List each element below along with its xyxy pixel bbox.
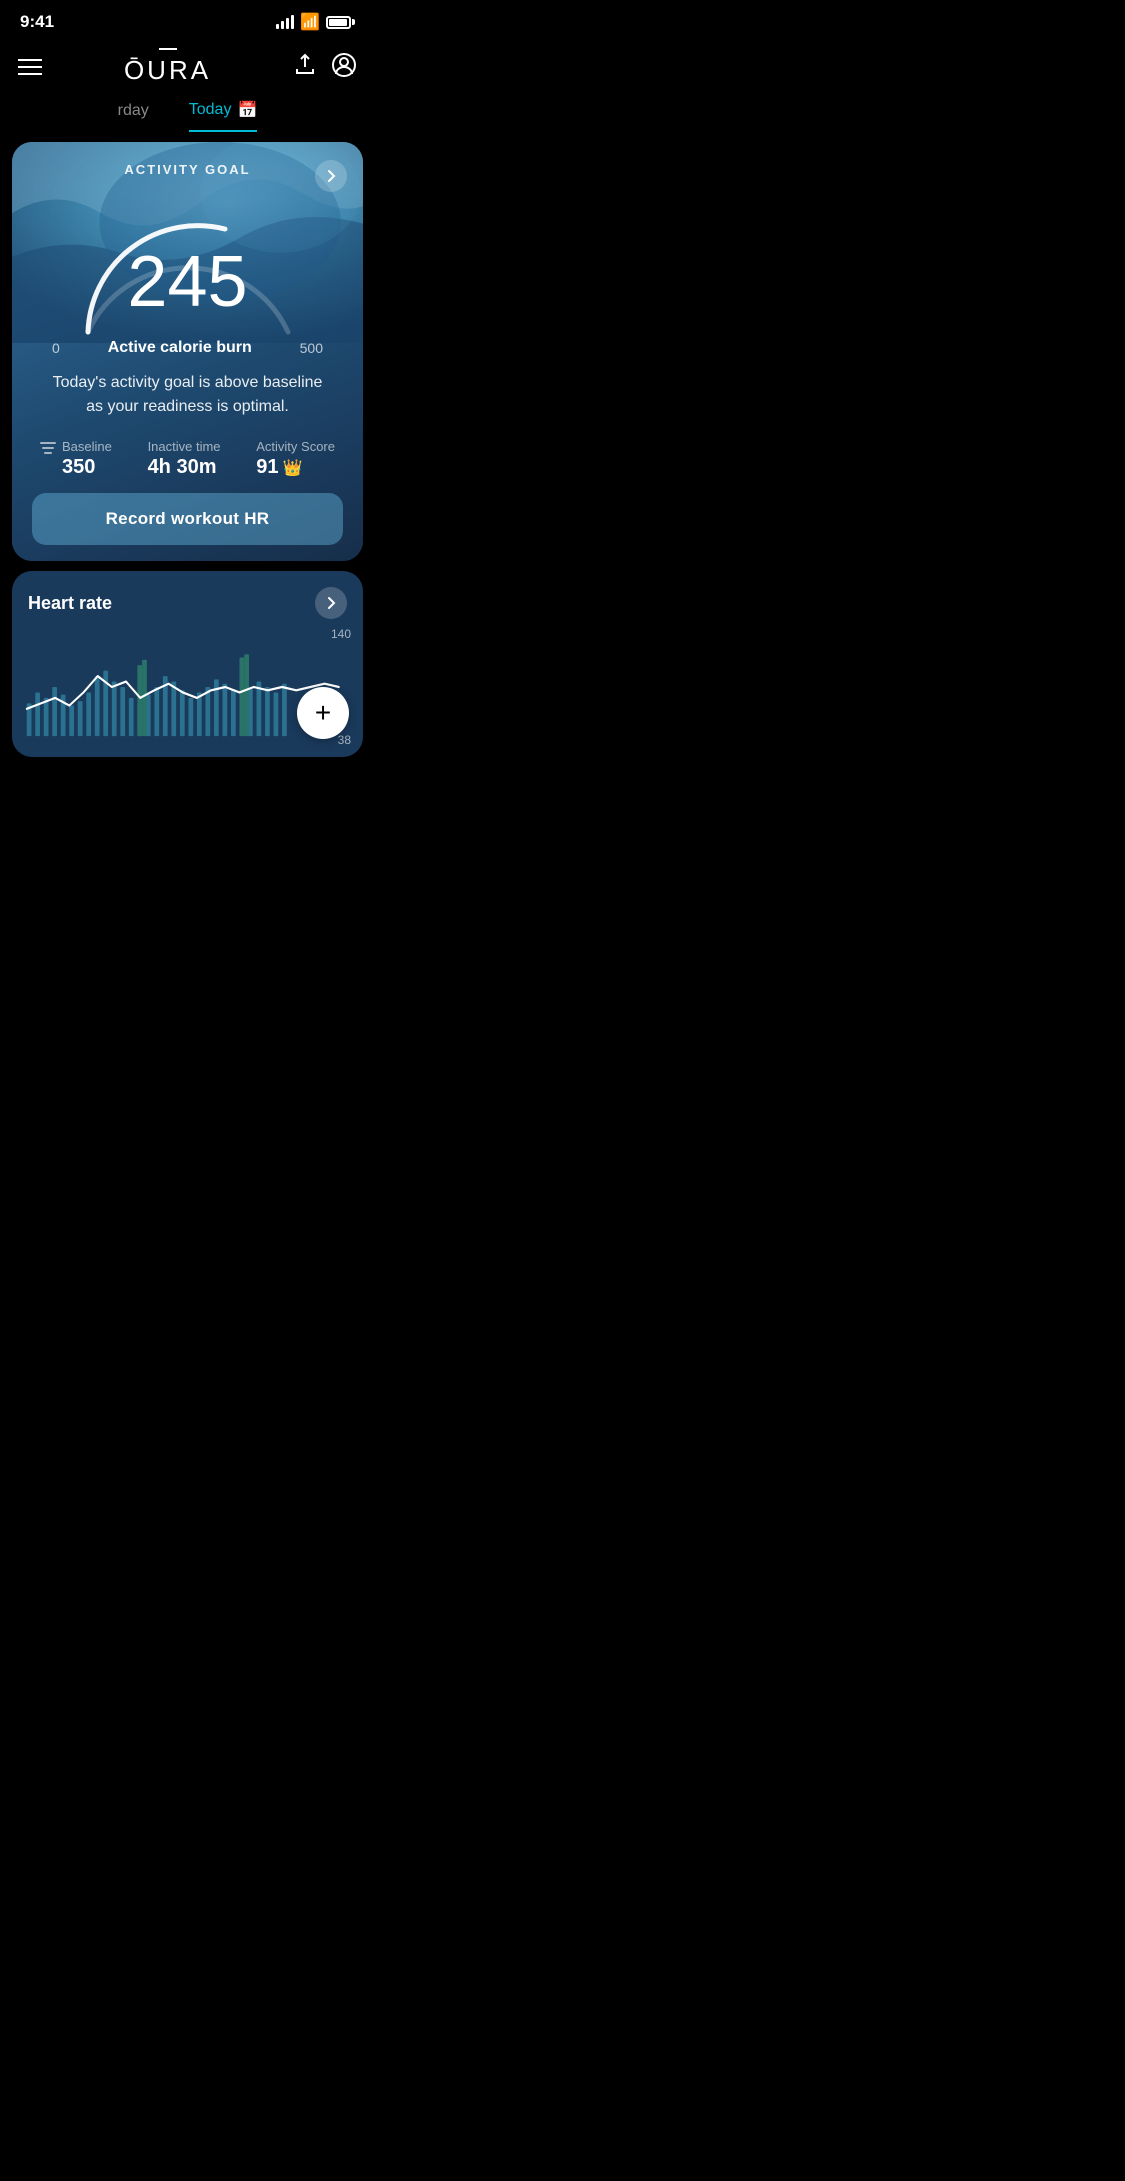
card-title: ACTIVITY GOAL bbox=[32, 162, 343, 177]
profile-button[interactable] bbox=[331, 52, 357, 83]
activity-card-chevron[interactable] bbox=[315, 160, 347, 192]
hr-max-label: 140 bbox=[331, 627, 351, 641]
stats-row: Baseline 350 Inactive time 4h 30m Activi… bbox=[32, 435, 343, 493]
tab-today[interactable]: Today 📅 bbox=[189, 100, 258, 132]
menu-button[interactable] bbox=[18, 59, 42, 75]
status-bar: 9:41 📶 bbox=[0, 0, 375, 40]
stat-baseline: Baseline 350 bbox=[40, 439, 112, 479]
stat-inactive-time: Inactive time 4h 30m bbox=[148, 439, 221, 479]
battery-icon bbox=[326, 16, 355, 29]
activity-description: Today's activity goal is above baseline … bbox=[42, 371, 333, 419]
record-workout-button[interactable]: Record workout HR bbox=[32, 493, 343, 545]
inactive-time-value: 4h 30m bbox=[148, 456, 217, 479]
heart-rate-header: Heart rate bbox=[12, 571, 363, 627]
filter-icon bbox=[40, 442, 56, 454]
baseline-info: Baseline 350 bbox=[62, 439, 112, 479]
activity-score-value: 91 bbox=[256, 456, 278, 479]
nav-tabs: rday Today 📅 bbox=[0, 96, 375, 132]
stat-activity-score: Activity Score 91 👑 bbox=[256, 439, 335, 479]
heart-rate-chevron[interactable] bbox=[315, 587, 347, 619]
tab-yesterday[interactable]: rday bbox=[118, 102, 149, 130]
baseline-value: 350 bbox=[62, 456, 112, 479]
plus-icon: + bbox=[315, 699, 331, 727]
activity-goal-card: ACTIVITY GOAL 245 0 Active calorie burn … bbox=[12, 142, 363, 561]
signal-icon bbox=[276, 15, 294, 29]
card-content: ACTIVITY GOAL 245 0 Active calorie burn … bbox=[12, 142, 363, 561]
header-actions bbox=[293, 52, 357, 83]
share-button[interactable] bbox=[293, 53, 317, 82]
app-logo: ŌURA bbox=[124, 48, 211, 86]
gauge-center: 245 bbox=[127, 246, 247, 318]
heart-rate-card: Heart rate 140 bbox=[12, 571, 363, 757]
activity-score-label: Activity Score bbox=[256, 439, 335, 454]
crown-icon: 👑 bbox=[282, 458, 302, 478]
app-header: ŌURA bbox=[0, 40, 375, 96]
add-button[interactable]: + bbox=[297, 687, 349, 739]
gauge-container: 245 bbox=[32, 187, 343, 347]
status-icons: 📶 bbox=[276, 12, 355, 32]
inactive-time-label: Inactive time bbox=[148, 439, 221, 454]
status-time: 9:41 bbox=[20, 12, 54, 32]
gauge-value: 245 bbox=[127, 246, 247, 318]
heart-rate-title: Heart rate bbox=[28, 593, 112, 614]
wifi-icon: 📶 bbox=[300, 12, 320, 32]
baseline-label: Baseline bbox=[62, 439, 112, 454]
hr-min-label: 38 bbox=[338, 733, 351, 747]
heart-rate-chart: 140 bbox=[12, 627, 363, 757]
